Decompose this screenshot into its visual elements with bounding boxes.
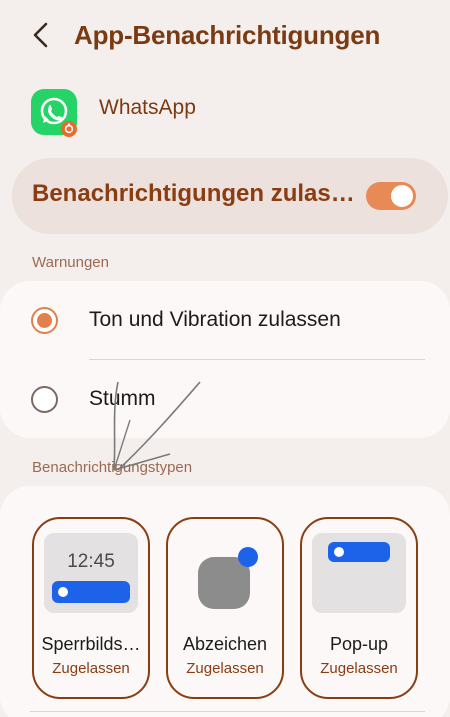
type-name: Pop-up [329, 634, 389, 654]
radio-label: Ton und Vibration zulassen [89, 308, 341, 331]
divider [30, 711, 425, 712]
badge-dot [238, 547, 258, 567]
section-label-types: Benachrichtigungstypen [32, 459, 193, 476]
radio-label: Stumm [89, 387, 156, 410]
radio-option-sound-vibration[interactable]: Ton und Vibration zulassen [0, 283, 450, 359]
alerts-card: Ton und Vibration zulassen Stumm [0, 281, 450, 438]
radio-button-selected[interactable] [31, 307, 58, 334]
notifications-master-toggle-row[interactable]: Benachrichtigungen zulass… [12, 158, 448, 234]
toggle-knob [391, 185, 413, 207]
type-lockscreen[interactable]: 12:45 Sperrbilds… Zugelassen [32, 517, 150, 699]
chevron-left-icon [33, 22, 48, 48]
type-name: Abzeichen [182, 634, 268, 654]
popup-bar [328, 542, 390, 562]
section-label-alerts: Warnungen [32, 254, 109, 271]
bar-dot [58, 587, 68, 597]
type-status: Zugelassen [52, 660, 130, 677]
back-button[interactable] [26, 16, 56, 54]
lockscreen-preview: 12:45 [44, 533, 138, 613]
popup-preview [312, 533, 406, 613]
app-name: WhatsApp [99, 96, 196, 119]
master-toggle-label: Benachrichtigungen zulass… [32, 180, 358, 207]
radio-option-mute[interactable]: Stumm [0, 362, 450, 438]
type-status: Zugelassen [320, 660, 398, 677]
type-status: Zugelassen [186, 660, 264, 677]
page-title: App-Benachrichtigungen [74, 20, 381, 50]
radio-dot [37, 313, 52, 328]
radio-button[interactable] [31, 386, 58, 413]
badge-preview [178, 533, 272, 613]
whatsapp-icon [31, 89, 79, 137]
notification-bar [52, 581, 130, 603]
type-popup[interactable]: Pop-up Zugelassen [300, 517, 418, 699]
header: App-Benachrichtigungen [0, 0, 450, 72]
type-name: Sperrbilds… [41, 634, 141, 654]
bar-dot [334, 547, 344, 557]
divider [89, 359, 425, 360]
master-toggle-switch[interactable] [366, 182, 416, 210]
preview-time: 12:45 [67, 551, 115, 572]
app-row: WhatsApp [0, 82, 450, 144]
type-badge[interactable]: Abzeichen Zugelassen [166, 517, 284, 699]
